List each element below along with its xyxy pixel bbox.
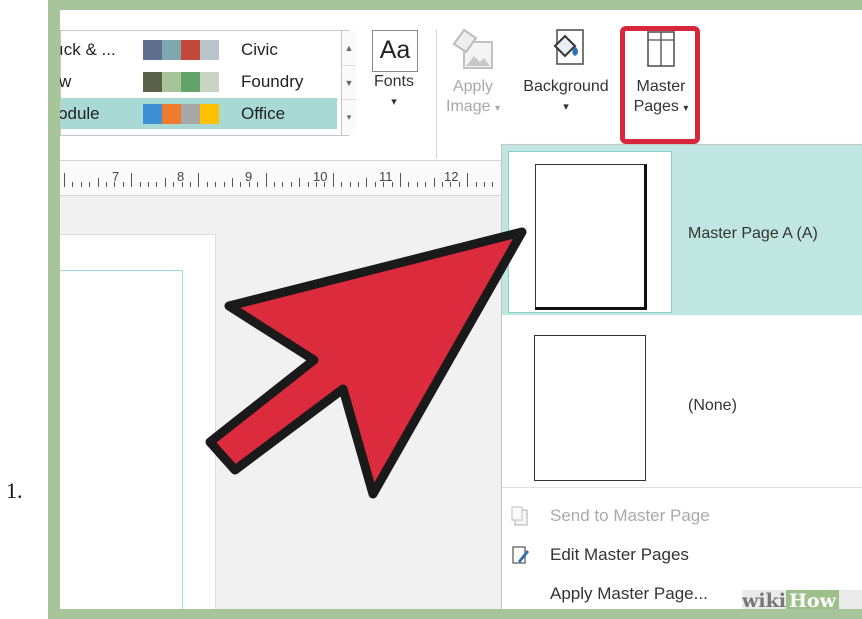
watermark-wiki: wiki — [742, 590, 786, 609]
step-number: 1. — [6, 478, 23, 503]
watermark-how: How — [785, 590, 839, 609]
publisher-window: ıck & ... Civic w Foundry ɔdule Office ▲… — [60, 10, 862, 609]
annotation-arrow — [205, 227, 527, 499]
wikihow-watermark: wiki How — [742, 590, 862, 609]
screenshot-frame: ıck & ... Civic w Foundry ɔdule Office ▲… — [48, 0, 862, 619]
red-arrow-icon — [205, 227, 527, 499]
